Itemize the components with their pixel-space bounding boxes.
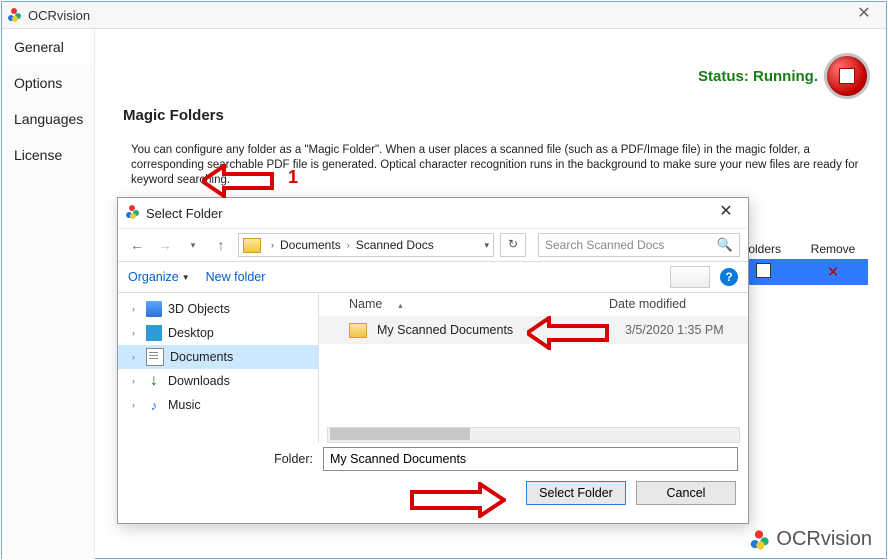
file-list-header[interactable]: Name▴ Date modified: [319, 293, 748, 316]
dialog-nav-bar: ← → ▾ ↑ › Documents › Scanned Docs ▾ ↻ S…: [118, 229, 748, 262]
sidebar-item-languages[interactable]: Languages: [2, 101, 94, 137]
tree-label: Desktop: [168, 326, 214, 340]
folder-input-row: Folder:: [118, 443, 748, 475]
folder-icon: [243, 238, 261, 253]
sidebar-item-license[interactable]: License: [2, 137, 94, 173]
chevron-right-icon: ›: [132, 304, 140, 314]
horizontal-scrollbar[interactable]: [327, 427, 740, 443]
status-label: Status: Running.: [698, 68, 818, 85]
select-folder-dialog: Select Folder ✕ ← → ▾ ↑ › Documents › Sc…: [117, 197, 749, 524]
close-button[interactable]: ✕: [844, 2, 884, 28]
file-list-pane: Name▴ Date modified My Scanned Documents…: [319, 293, 748, 443]
help-icon[interactable]: ?: [720, 268, 738, 286]
tree-label: 3D Objects: [168, 302, 230, 316]
file-name: My Scanned Documents: [377, 323, 625, 337]
breadcrumb-bar[interactable]: › Documents › Scanned Docs ▾: [238, 233, 494, 257]
section-description-text: You can configure any folder as a "Magic…: [131, 144, 858, 186]
3d-objects-icon: [146, 301, 162, 317]
select-folder-button[interactable]: Select Folder: [526, 481, 626, 505]
desktop-icon: [146, 325, 162, 341]
search-placeholder: Search Scanned Docs: [545, 238, 664, 252]
app-icon: [6, 7, 22, 23]
search-icon: 🔍: [717, 237, 733, 253]
annotation-1: 1: [288, 167, 298, 188]
file-date: 3/5/2020 1:35 PM: [625, 323, 724, 337]
breadcrumb-documents[interactable]: Documents: [280, 238, 341, 252]
chevron-right-icon: ›: [132, 400, 140, 410]
folder-tree: › 3D Objects › Desktop › Documents › ↓: [118, 293, 319, 443]
chevron-right-icon: ›: [132, 352, 140, 362]
chevron-right-icon: ›: [132, 376, 140, 386]
tree-item-documents[interactable]: › Documents: [118, 345, 318, 369]
sort-asc-icon: ▴: [398, 301, 402, 310]
brand-text: OCRvision: [776, 528, 872, 551]
section-title: Magic Folders: [123, 107, 224, 124]
dialog-close-button[interactable]: ✕: [704, 198, 748, 228]
footer-brand: OCRvision: [748, 528, 872, 551]
nav-back-button[interactable]: ←: [126, 237, 148, 253]
dialog-title: Select Folder: [146, 206, 223, 221]
chevron-icon: ›: [269, 240, 276, 250]
dialog-button-row: Select Folder Cancel: [118, 475, 748, 515]
col-date[interactable]: Date modified: [609, 297, 748, 311]
stop-button[interactable]: [824, 53, 870, 99]
folder-name-input[interactable]: [323, 447, 738, 471]
row-remove-icon[interactable]: ✕: [798, 263, 868, 281]
col-name[interactable]: Name▴: [349, 297, 609, 311]
tree-item-3d-objects[interactable]: › 3D Objects: [118, 297, 318, 321]
tree-label: Documents: [170, 350, 233, 364]
dialog-toolbar: Organize▼ New folder ?: [118, 262, 748, 293]
downloads-icon: ↓: [146, 373, 162, 389]
nav-forward-button[interactable]: →: [154, 237, 176, 253]
sidebar: General Options Languages License: [2, 29, 95, 559]
chevron-icon: ›: [345, 240, 352, 250]
titlebar: OCRvision ✕: [2, 2, 886, 29]
scrollbar-thumb[interactable]: [330, 428, 470, 440]
view-options-button[interactable]: [670, 266, 710, 288]
tree-item-downloads[interactable]: › ↓ Downloads: [118, 369, 318, 393]
breadcrumb-scanned-docs[interactable]: Scanned Docs: [356, 238, 434, 252]
music-icon: ♪: [146, 397, 162, 413]
tree-label: Music: [168, 398, 201, 412]
caret-down-icon: ▼: [182, 273, 190, 282]
dialog-icon: [124, 204, 140, 223]
folder-label: Folder:: [118, 452, 323, 466]
chevron-down-icon[interactable]: ▾: [484, 240, 493, 251]
nav-history-dropdown[interactable]: ▾: [182, 240, 204, 251]
refresh-button[interactable]: ↻: [500, 233, 526, 257]
tree-label: Downloads: [168, 374, 230, 388]
search-input[interactable]: Search Scanned Docs 🔍: [538, 233, 740, 257]
file-row-my-scanned-documents[interactable]: My Scanned Documents 3/5/2020 1:35 PM: [319, 316, 748, 344]
brand-icon: [748, 529, 770, 551]
tree-item-music[interactable]: › ♪ Music: [118, 393, 318, 417]
app-window: OCRvision ✕ General Options Languages Li…: [1, 1, 887, 559]
cancel-button[interactable]: Cancel: [636, 481, 736, 505]
sidebar-item-options[interactable]: Options: [2, 65, 94, 101]
folder-icon: [349, 323, 367, 338]
new-folder-button[interactable]: New folder: [206, 270, 266, 284]
sidebar-item-general[interactable]: General: [2, 29, 94, 65]
tree-item-desktop[interactable]: › Desktop: [118, 321, 318, 345]
organize-menu[interactable]: Organize▼: [128, 270, 190, 284]
table-row[interactable]: ✕: [728, 259, 868, 285]
app-title: OCRvision: [28, 8, 90, 23]
documents-icon: [146, 348, 164, 366]
nav-up-button[interactable]: ↑: [210, 237, 232, 253]
dialog-titlebar: Select Folder ✕: [118, 198, 748, 229]
chevron-right-icon: ›: [132, 328, 140, 338]
